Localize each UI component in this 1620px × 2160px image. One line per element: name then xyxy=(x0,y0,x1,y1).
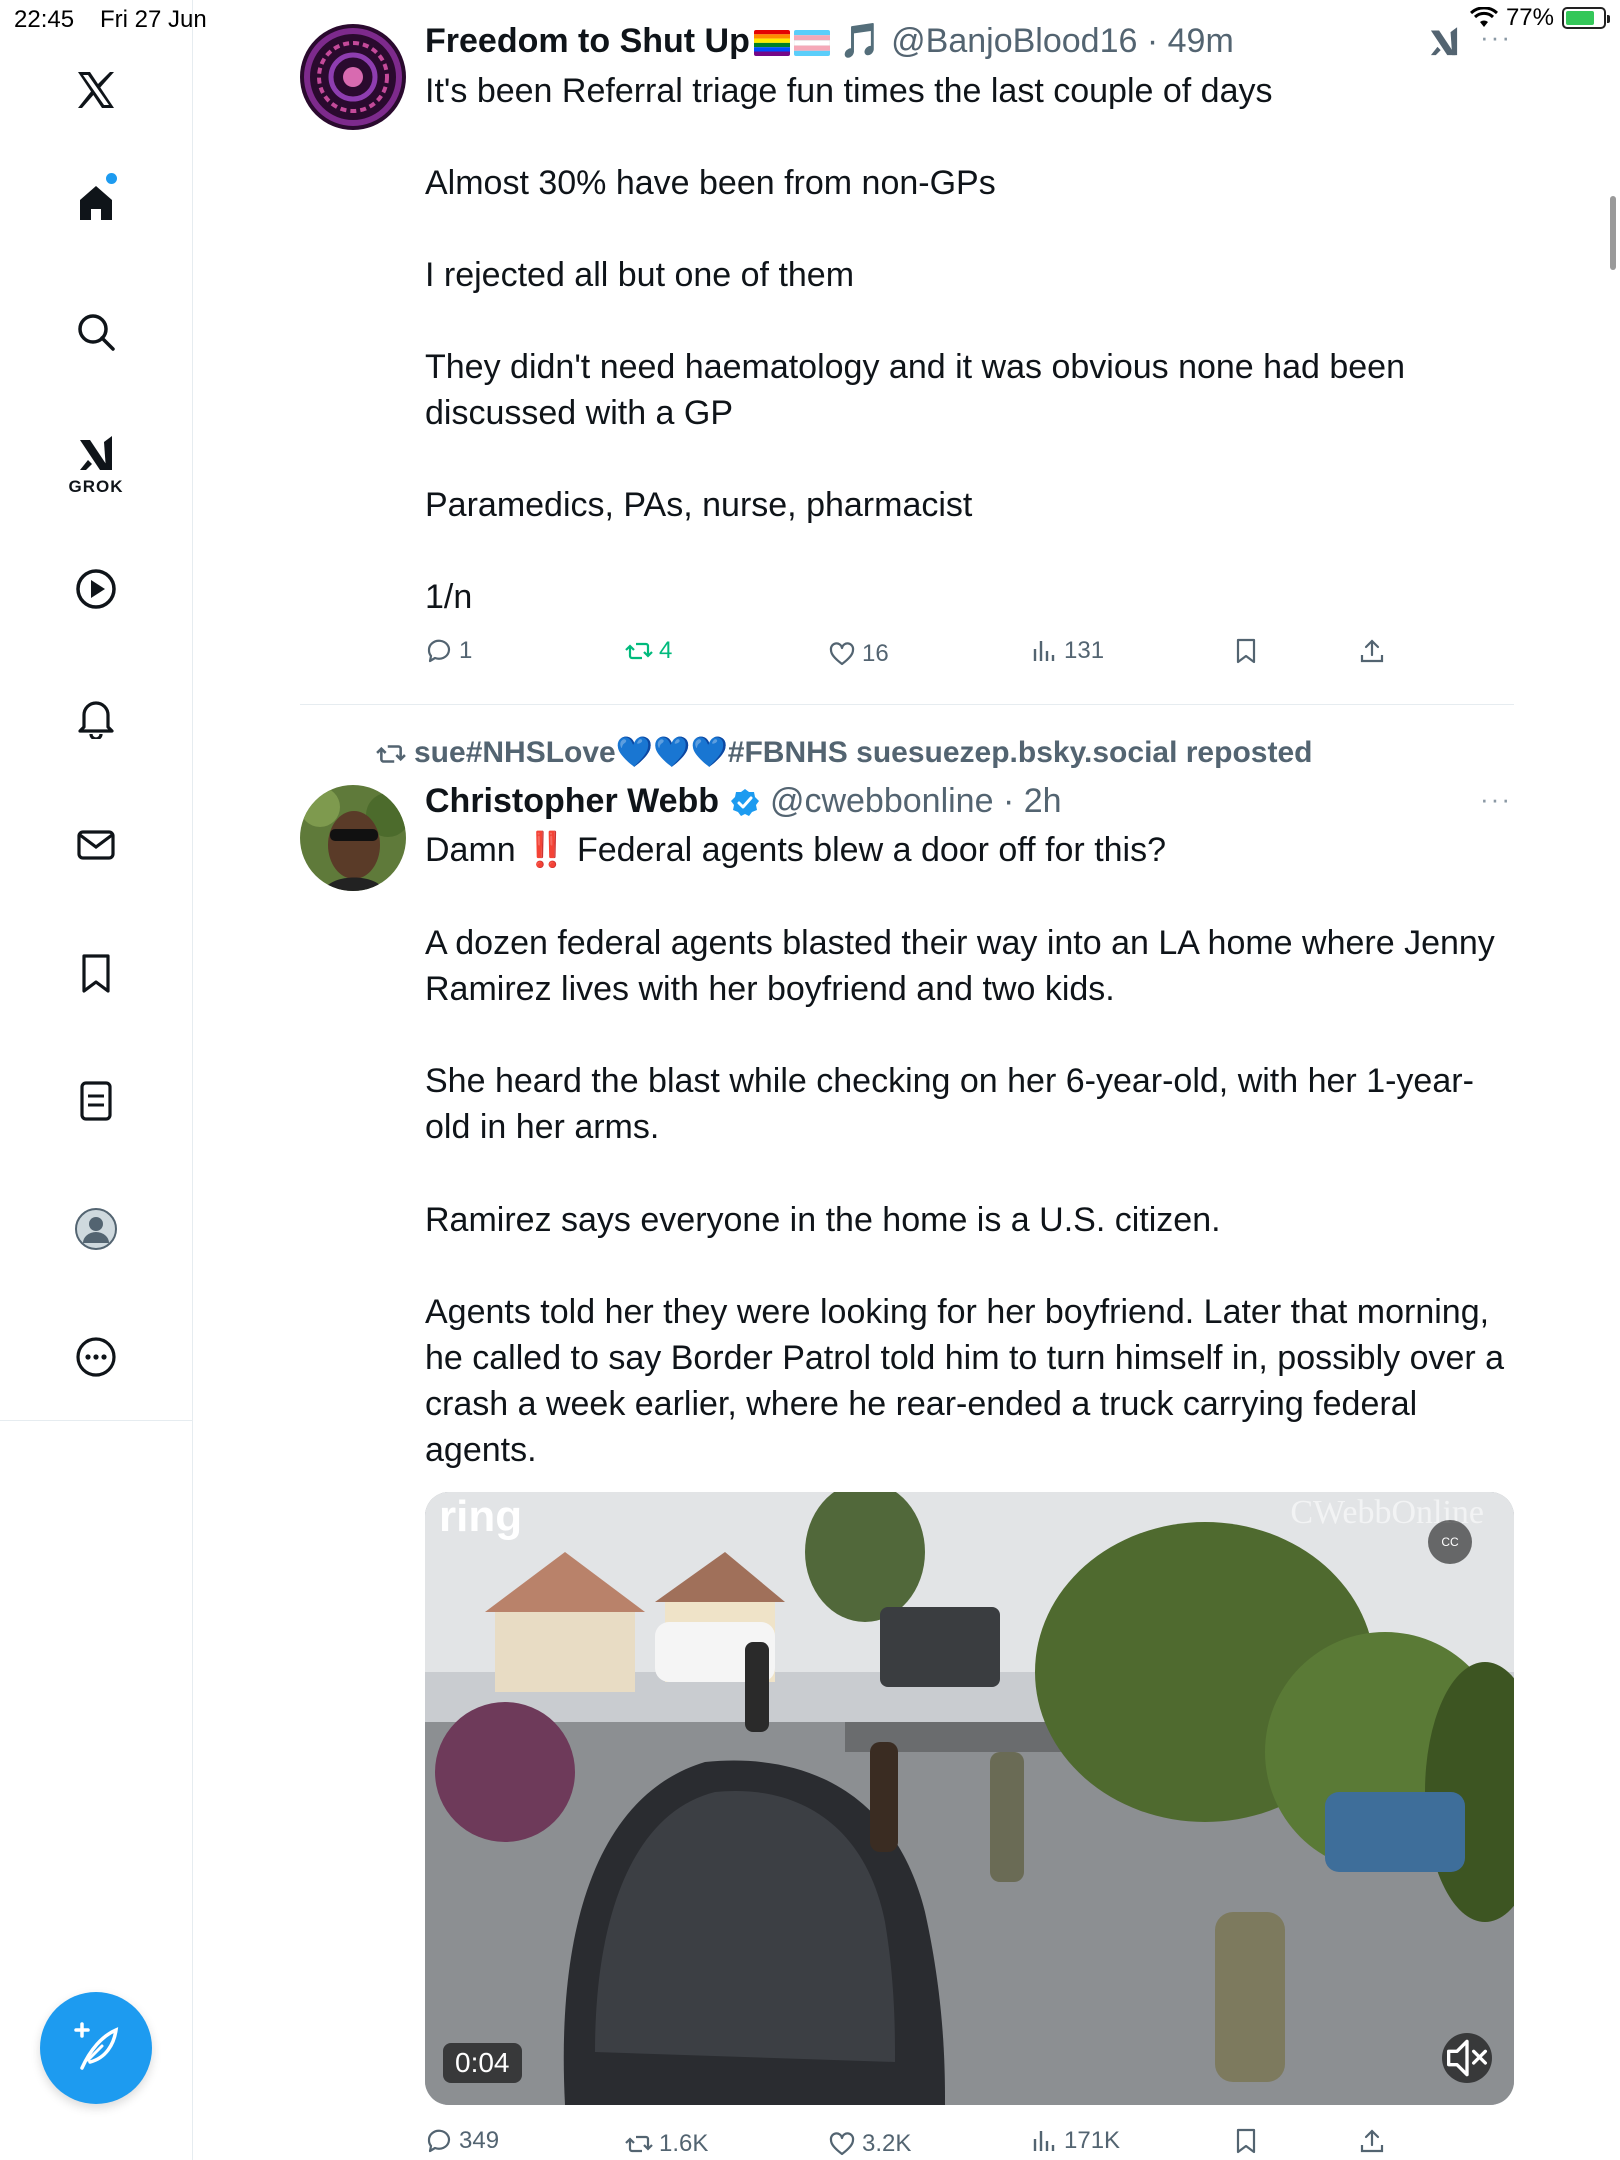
video-duration: 0:04 xyxy=(443,2043,522,2083)
video-frame-image xyxy=(425,1492,1514,2105)
tweet1-line-6: Paramedics, PAs, nurse, pharmacist xyxy=(425,486,973,524)
tweet2-display-name[interactable]: Christopher Webb xyxy=(425,782,719,820)
messages-envelope-icon[interactable] xyxy=(66,815,126,875)
bookmark-icon xyxy=(1236,2128,1256,2154)
x-logo-icon[interactable] xyxy=(66,60,126,120)
status-right: 77% xyxy=(1469,4,1610,32)
double-exclamation-emoji: ‼️ xyxy=(525,831,568,869)
status-time: 22:45 xyxy=(14,6,75,33)
tweet1-bookmark-button[interactable] xyxy=(1232,637,1260,665)
tweet2-line-5: old in her arms. xyxy=(425,1108,660,1146)
tweet2-view-count: 171K xyxy=(1064,2127,1121,2154)
sidebar-divider xyxy=(0,1420,192,1421)
tweet2-views-button[interactable]: 171K xyxy=(1030,2127,1120,2155)
tweet1-line-1: It's been Referral triage fun times the … xyxy=(425,72,1273,110)
lists-icon[interactable] xyxy=(66,1071,126,1131)
tweet2-like-button[interactable]: 3.2K xyxy=(828,2130,911,2158)
tweet2-line-7: Agents told her they were looking for he… xyxy=(425,1293,1490,1331)
tweet2-line1-pre: Damn xyxy=(425,831,516,869)
tweet2-line-4: She heard the blast while checking on he… xyxy=(425,1062,1474,1100)
tweet1-line-2: Almost 30% have been from non-GPs xyxy=(425,164,996,202)
tweet2-line-9: crash a week earlier, where he rear-ende… xyxy=(425,1385,1418,1423)
tweet2-reposted-by[interactable]: sue#NHSLove💙💙💙#FBNHS suesuezep.bsky.soci… xyxy=(414,736,1312,769)
tweet2-reply-button[interactable]: 349 xyxy=(425,2127,499,2155)
reposted-icon xyxy=(376,745,406,763)
tweet1-share-button[interactable] xyxy=(1358,637,1386,665)
share-icon xyxy=(1360,2129,1384,2153)
tweet2-repost-count: 1.6K xyxy=(659,2130,709,2157)
repost-icon xyxy=(625,642,653,660)
tweet2-video[interactable]: ring CWebbOnline CC 0:04 xyxy=(425,1492,1514,2105)
tweet2-line-8: he called to say Border Patrol told him … xyxy=(425,1339,1505,1377)
tweet2-handle[interactable]: @cwebbonline xyxy=(770,782,994,820)
views-chart-icon xyxy=(1033,2131,1055,2151)
compose-post-button[interactable] xyxy=(40,1992,152,2104)
tweet1-reply-count: 1 xyxy=(459,637,473,664)
search-icon[interactable] xyxy=(66,302,126,362)
home-icon[interactable] xyxy=(66,172,126,232)
heart-icon xyxy=(829,2132,855,2156)
tweet1-like-button[interactable]: 16 xyxy=(828,640,889,668)
reply-icon xyxy=(427,2129,451,2153)
tweet2-reply-count: 349 xyxy=(459,2127,500,2154)
compose-feather-icon xyxy=(74,2022,119,2070)
tweet1-views-button[interactable]: 131 xyxy=(1030,637,1104,665)
tweet2-more-icon[interactable]: ··· xyxy=(1480,784,1512,815)
tweet2-avatar[interactable] xyxy=(300,785,406,891)
tweet1-repost-count: 4 xyxy=(659,637,673,664)
tweet2-line-6: Ramirez says everyone in the home is a U… xyxy=(425,1201,1221,1239)
tweet1-line-5: discussed with a GP xyxy=(425,394,734,432)
ring-camera-logo: ring xyxy=(439,1492,523,1541)
tweet1-line-4: They didn't need haematology and it was … xyxy=(425,348,1405,386)
mute-button[interactable] xyxy=(1442,2033,1492,2083)
tweet1-line-3: I rejected all but one of them xyxy=(425,256,855,294)
home-notification-dot xyxy=(106,173,117,184)
notifications-bell-icon[interactable] xyxy=(66,687,126,747)
more-options-icon[interactable] xyxy=(66,1327,126,1387)
status-date: Fri 27 Jun xyxy=(100,6,207,33)
tweet2-line-1: Damn ‼️ Federal agents blew a door off f… xyxy=(425,827,1166,873)
profile-avatar-icon[interactable] xyxy=(66,1199,126,1259)
grok-label: GROK xyxy=(68,477,124,496)
tweet2-line-3: Ramirez lives with her boyfriend and two… xyxy=(425,970,1115,1008)
tweet2-repost-button[interactable]: 1.6K xyxy=(625,2130,708,2158)
wifi-icon xyxy=(1469,7,1498,27)
speaker-muted-icon xyxy=(1447,2039,1487,2077)
verified-badge-icon xyxy=(730,789,759,817)
tweet2-line-2: A dozen federal agents blasted their way… xyxy=(425,924,1495,962)
captions-button[interactable]: CC xyxy=(1428,1520,1472,1564)
video-play-icon[interactable] xyxy=(66,559,126,619)
bookmark-icon xyxy=(1236,638,1256,664)
battery-percent: 77% xyxy=(1505,4,1554,31)
views-chart-icon xyxy=(1033,641,1055,661)
scroll-indicator[interactable] xyxy=(1610,196,1616,270)
tweet2-bookmark-button[interactable] xyxy=(1232,2127,1260,2155)
tweet2-line1-post: Federal agents blew a door off for this? xyxy=(576,831,1167,869)
tweet1-repost-button[interactable]: 4 xyxy=(625,637,672,665)
captions-label: CC xyxy=(1441,1535,1459,1549)
tweet1-view-count: 131 xyxy=(1064,637,1105,664)
tweet1-line-7: 1/n xyxy=(425,578,473,616)
sidebar: GROK xyxy=(0,0,193,2160)
tweet1-reply-button[interactable]: 1 xyxy=(425,637,472,665)
repost-icon xyxy=(625,2135,653,2153)
status-bar: 22:45 Fri 27 Jun 77% xyxy=(0,0,1620,40)
bookmarks-icon[interactable] xyxy=(66,943,126,1003)
heart-icon xyxy=(829,642,855,666)
tweet2-time[interactable]: · 2h xyxy=(1003,782,1062,820)
share-icon xyxy=(1360,639,1384,663)
battery-icon xyxy=(1562,7,1610,29)
tweet2-repost-line: sue#NHSLove💙💙💙#FBNHS suesuezep.bsky.soci… xyxy=(376,730,1312,776)
tweet2-share-button[interactable] xyxy=(1358,2127,1386,2155)
reply-icon xyxy=(427,639,451,663)
tweet-divider xyxy=(300,704,1514,705)
tweet2-line-10: agents. xyxy=(425,1431,537,1469)
tweet2-like-count: 3.2K xyxy=(862,2130,912,2157)
tweet1-like-count: 16 xyxy=(862,640,889,667)
tweet2-header: Christopher Webb @cwebbonline · 2h xyxy=(425,778,1062,824)
grok-icon[interactable] xyxy=(66,424,126,484)
